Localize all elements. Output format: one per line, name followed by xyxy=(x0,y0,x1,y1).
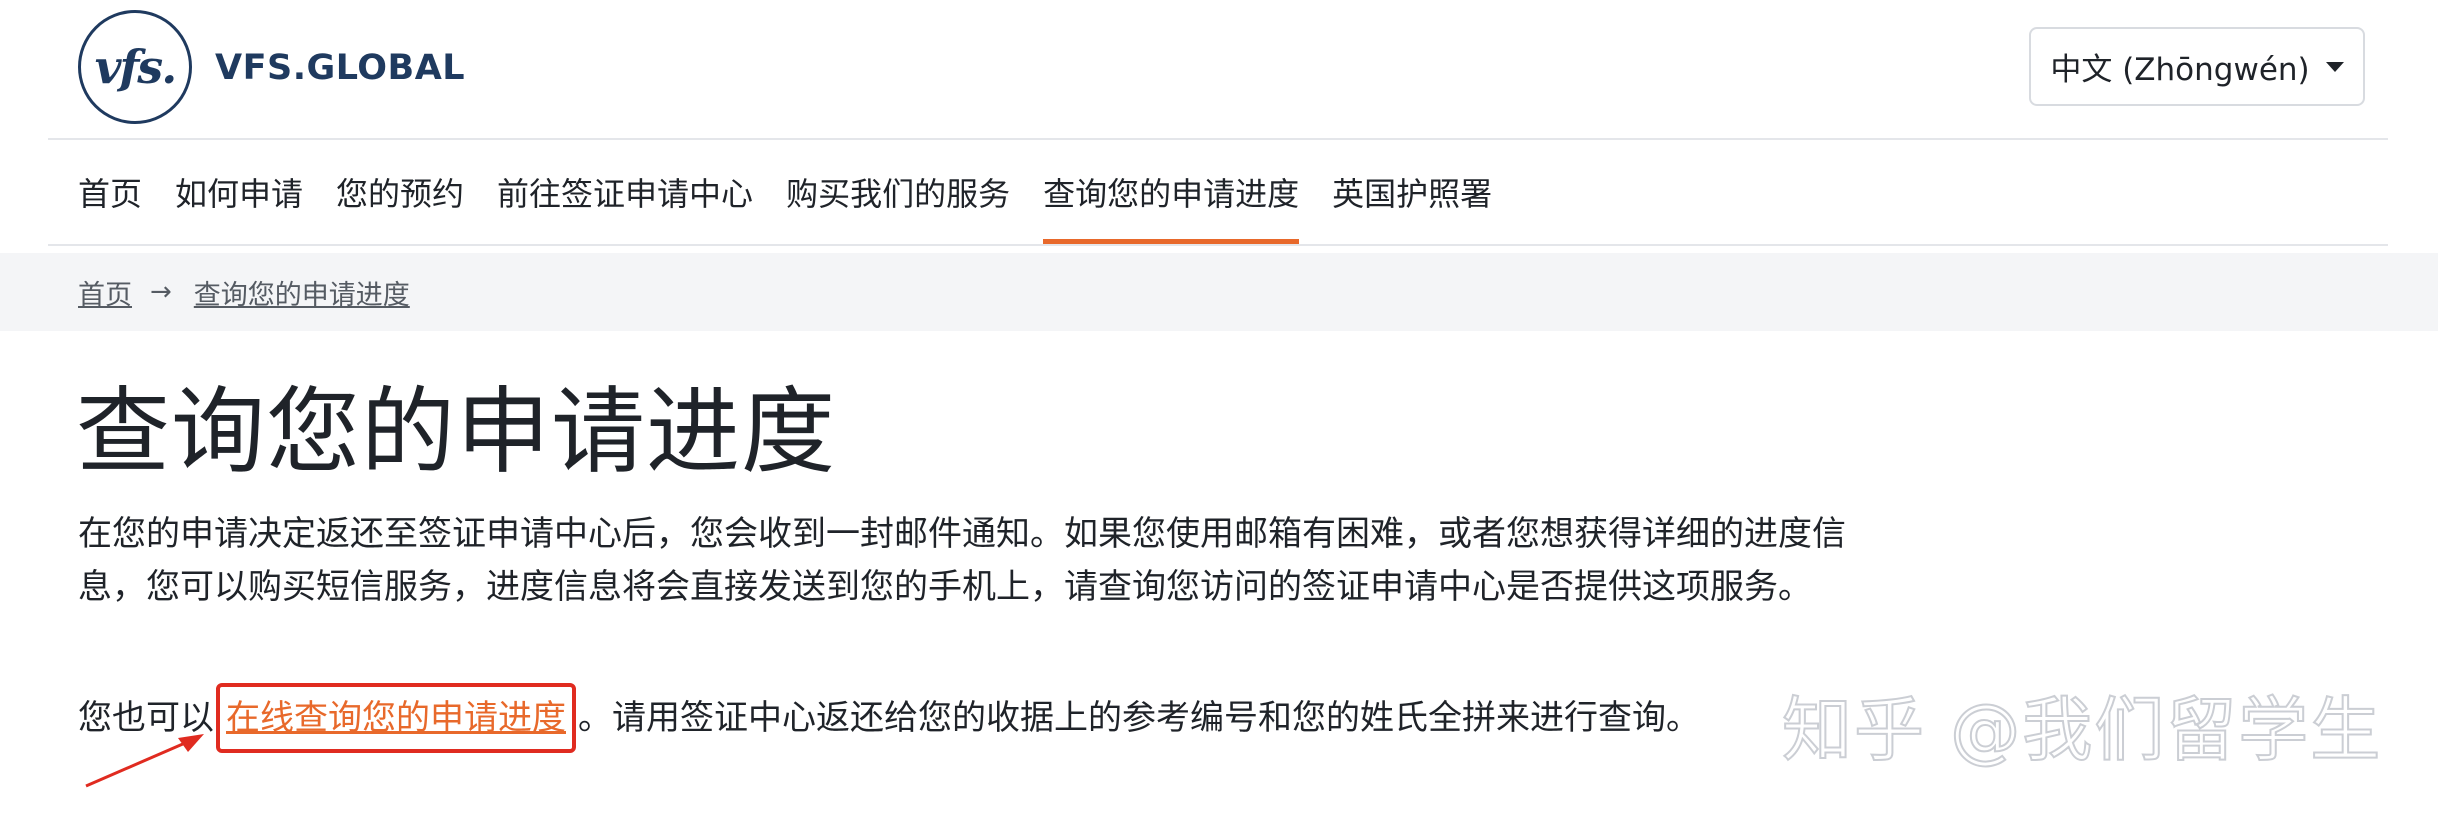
breadcrumb-home-link[interactable]: 首页 xyxy=(78,273,132,312)
arrow-right-icon: → xyxy=(150,277,172,307)
caret-down-icon xyxy=(2325,61,2344,72)
language-select[interactable]: 中文 (Zhōngwén) xyxy=(2029,27,2365,106)
online-check-paragraph: 您也可以 在线查询您的申请进度 。请用签证中心返还给您的收据上的参考编号和您的姓氏全… xyxy=(78,683,1700,753)
nav-item-visit-centre[interactable]: 前往签证申请中心 xyxy=(497,140,753,244)
annotation-arrow-shaft xyxy=(85,738,193,788)
annotation-arrow-head xyxy=(178,734,204,752)
annotation-arrow-icon xyxy=(85,734,204,788)
main-nav: 首页 如何申请 您的预约 前往签证申请中心 购买我们的服务 查询您的申请进度 英… xyxy=(78,140,1492,244)
page-title: 查询您的申请进度 xyxy=(76,378,837,487)
nav-item-how-to-apply[interactable]: 如何申请 xyxy=(175,140,303,244)
nav-divider xyxy=(48,244,2388,246)
breadcrumb-current-link[interactable]: 查询您的申请进度 xyxy=(194,273,410,312)
nav-item-home[interactable]: 首页 xyxy=(78,140,142,244)
vfs-logo[interactable]: vfs. xyxy=(78,10,192,124)
zhihu-watermark: 知乎 @我们留学生 xyxy=(1781,689,2383,771)
logo-wordmark[interactable]: VFS.GLOBAL xyxy=(215,48,465,88)
breadcrumb: 首页 → 查询您的申请进度 xyxy=(78,253,410,331)
nav-item-track-application[interactable]: 查询您的申请进度 xyxy=(1043,140,1300,244)
language-label: 中文 (Zhōngwén) xyxy=(2050,52,2310,88)
online-status-check-link[interactable]: 在线查询您的申请进度 xyxy=(216,683,576,753)
nav-item-appointment[interactable]: 您的预约 xyxy=(336,140,464,244)
logo-mark: vfs. xyxy=(94,40,177,94)
intro-paragraph: 在您的申请决定返还至签证申请中心后，您会收到一封邮件通知。如果您使用邮箱有困难，… xyxy=(78,514,1846,607)
nav-item-buy-services[interactable]: 购买我们的服务 xyxy=(786,140,1010,244)
paragraph-tail-text: 。请用签证中心返还给您的收据上的参考编号和您的姓氏全拼来进行查询。 xyxy=(578,698,1700,738)
nav-item-passport-office[interactable]: 英国护照署 xyxy=(1332,140,1492,244)
